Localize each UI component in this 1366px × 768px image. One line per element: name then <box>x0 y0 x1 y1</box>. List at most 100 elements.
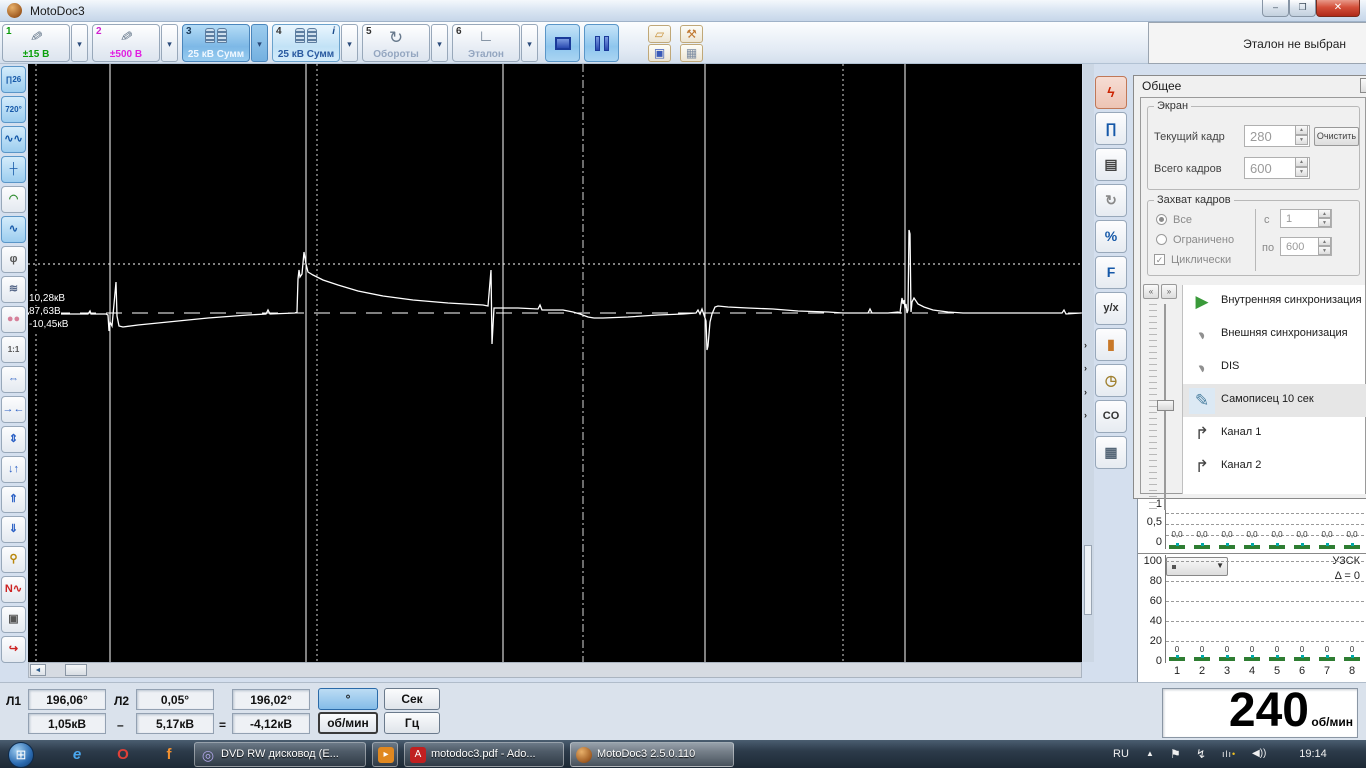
left-tool-export-report[interactable]: ↪ <box>1 636 26 663</box>
left-tool-move-down[interactable]: ⇓ <box>1 516 26 543</box>
maximize-button[interactable]: ❐ <box>1289 0 1316 17</box>
right-tool-spark-ignition[interactable]: ϟ <box>1095 76 1127 109</box>
channel-2-dropdown[interactable]: ▾ <box>161 24 178 62</box>
task-button-pdf[interactable]: Amotodoc3.pdf - Ado... <box>404 742 564 767</box>
volume-icon[interactable]: ◀)) <box>1252 740 1266 768</box>
channel-button-2[interactable]: 2✎±500 В <box>92 24 160 62</box>
new-report-grid-button[interactable]: ▦ <box>680 44 703 62</box>
left-tool-waveform-small[interactable]: ∿∿ <box>1 126 26 153</box>
close-button[interactable]: ✕ <box>1316 0 1360 17</box>
left-tool-pulse-cursor[interactable]: ┼ <box>1 156 26 183</box>
channel-1-dropdown[interactable]: ▾ <box>71 24 88 62</box>
task-button-motodoc[interactable]: MotoDoc3 2.5.0.110 <box>570 742 734 767</box>
oscilloscope-display[interactable]: 10,28кВ87,63В-10,45кВ <box>28 64 1082 662</box>
left-tool-move-up[interactable]: ⇑ <box>1 486 26 513</box>
open-file-button[interactable]: ▱ <box>648 25 671 43</box>
value-label: 0 <box>1342 645 1362 654</box>
to-spinner[interactable]: ▲▼ <box>1318 237 1331 255</box>
channel-5-dropdown[interactable]: ▾ <box>431 24 448 62</box>
left-tool-sine-wave[interactable]: ∿ <box>1 216 26 243</box>
left-tool-green-arc[interactable]: ◠ <box>1 186 26 213</box>
side-scroll-thumb[interactable] <box>1084 545 1092 615</box>
right-tool-co-gas[interactable]: CO <box>1095 400 1127 433</box>
left-tool-phase-phi[interactable]: φ <box>1 246 26 273</box>
left-tool-degrees-720[interactable]: 720° <box>1 96 26 123</box>
chart-scale-dropdown[interactable]: ▼ <box>1166 557 1228 576</box>
hz-unit-button[interactable]: Гц <box>384 712 440 734</box>
nav-next-button[interactable]: » <box>1161 284 1177 299</box>
firefox-icon[interactable]: f <box>156 744 182 766</box>
expand-chevron-icon[interactable]: › <box>1084 363 1087 373</box>
left-tool-expand-horizontal[interactable]: ⇔ <box>1 366 26 393</box>
slider-thumb[interactable] <box>1157 400 1174 411</box>
scroll-left-arrow[interactable]: ◄ <box>30 664 46 676</box>
nav-prev-button[interactable]: « <box>1143 284 1159 299</box>
right-tool-clock-timer[interactable]: ◷ <box>1095 364 1127 397</box>
stop-button[interactable] <box>545 24 580 62</box>
channel-button-6[interactable]: 6∟Эталон <box>452 24 520 62</box>
internet-explorer-icon[interactable]: e <box>64 744 90 766</box>
right-tool-frequency-f[interactable]: F <box>1095 256 1127 289</box>
left-tool-camera-snapshot[interactable]: ▣ <box>1 606 26 633</box>
language-indicator[interactable]: RU <box>1106 740 1136 768</box>
dialog-close-button[interactable]: ✕ <box>1360 78 1366 93</box>
seconds-unit-button[interactable]: Сек <box>384 688 440 710</box>
from-spinner[interactable]: ▲▼ <box>1318 209 1331 227</box>
sensitivity-slider[interactable] <box>1149 304 1175 510</box>
capture-all-radio[interactable] <box>1156 214 1167 225</box>
scope-horizontal-scrollbar[interactable]: ◄ <box>28 662 1082 678</box>
power-icon[interactable]: ↯ <box>1196 740 1206 768</box>
right-tool-report-board[interactable]: ▤ <box>1095 148 1127 181</box>
channel-button-4[interactable]: 4i25 кВ Сумм <box>272 24 340 62</box>
right-tool-injector[interactable]: ▮ <box>1095 328 1127 361</box>
pause-button[interactable] <box>584 24 619 62</box>
left-tool-pulse-count-26[interactable]: ∏26 <box>1 66 26 93</box>
save-file-button[interactable]: ▣ <box>648 44 671 62</box>
total-frames-spinner[interactable]: ▲▼ <box>1295 157 1308 177</box>
channel-6-dropdown[interactable]: ▾ <box>521 24 538 62</box>
right-tool-device-block[interactable]: ▦ <box>1095 436 1127 469</box>
current-frame-spinner[interactable]: ▲▼ <box>1295 125 1308 145</box>
left-tool-scale-1-1[interactable]: 1:1 <box>1 336 26 363</box>
settings-wrench-button[interactable]: ⚒ <box>680 25 703 43</box>
channel-4-dropdown[interactable]: ▾ <box>341 24 358 62</box>
scroll-thumb[interactable] <box>65 664 87 676</box>
task-button-player[interactable]: ▸ <box>372 742 398 767</box>
expand-chevron-icon[interactable]: › <box>1084 387 1087 397</box>
left-tool-normalize-n[interactable]: N∿ <box>1 576 26 603</box>
show-hidden-icons[interactable]: ▲ <box>1146 740 1154 768</box>
mode-item-2[interactable]: ◗DIS <box>1183 351 1366 384</box>
mode-item-3[interactable]: ✎Самописец 10 сек <box>1183 384 1366 417</box>
network-icon[interactable]: ılı• <box>1222 740 1236 768</box>
mode-item-5[interactable]: ↱Канал 2 <box>1183 450 1366 483</box>
left-tool-collapse-vertical[interactable]: ↓↑ <box>1 456 26 483</box>
channel-button-5[interactable]: 5↻Обороты <box>362 24 430 62</box>
task-button-dvd[interactable]: ◎DVD RW дисковод (E... <box>194 742 366 767</box>
expand-chevron-icon[interactable]: › <box>1084 410 1087 420</box>
channel-3-dropdown[interactable]: ▾ <box>251 24 268 62</box>
mode-item-1[interactable]: ◗Внешняя синхронизация <box>1183 318 1366 351</box>
mode-item-0[interactable]: ▶Внутренняя синхронизация <box>1183 285 1366 318</box>
left-tool-collapse-horizontal[interactable]: →← <box>1 396 26 423</box>
right-tool-refresh-cycle[interactable]: ↻ <box>1095 184 1127 217</box>
opera-icon[interactable]: O <box>110 744 136 766</box>
degrees-unit-button[interactable]: ° <box>318 688 378 710</box>
left-tool-waves-overlay[interactable]: ≋ <box>1 276 26 303</box>
channel-button-1[interactable]: 1✎±15 В <box>2 24 70 62</box>
capture-limited-radio[interactable] <box>1156 234 1167 245</box>
left-tool-zoom-magnifier[interactable]: ⚲ <box>1 546 26 573</box>
left-tool-shapes-overlay[interactable]: ●● <box>1 306 26 333</box>
action-center-icon[interactable]: ⚑ <box>1170 740 1181 768</box>
mode-item-4[interactable]: ↱Канал 1 <box>1183 417 1366 450</box>
expand-chevron-icon[interactable]: › <box>1084 340 1087 350</box>
left-tool-expand-vertical[interactable]: ⇕ <box>1 426 26 453</box>
channel-button-3[interactable]: 325 кВ Сумм <box>182 24 250 62</box>
start-button[interactable]: ⊞ <box>8 742 34 768</box>
cyclic-checkbox[interactable]: ✓ <box>1154 254 1165 265</box>
rpm-unit-button[interactable]: об/мин <box>318 712 378 734</box>
right-tool-pulse-view[interactable]: ∏ <box>1095 112 1127 145</box>
right-tool-ratio-y-x[interactable]: y/x <box>1095 292 1127 325</box>
minimize-button[interactable]: – <box>1262 0 1289 17</box>
right-tool-duty-percent[interactable]: % <box>1095 220 1127 253</box>
clear-button[interactable]: Очистить <box>1314 127 1359 146</box>
